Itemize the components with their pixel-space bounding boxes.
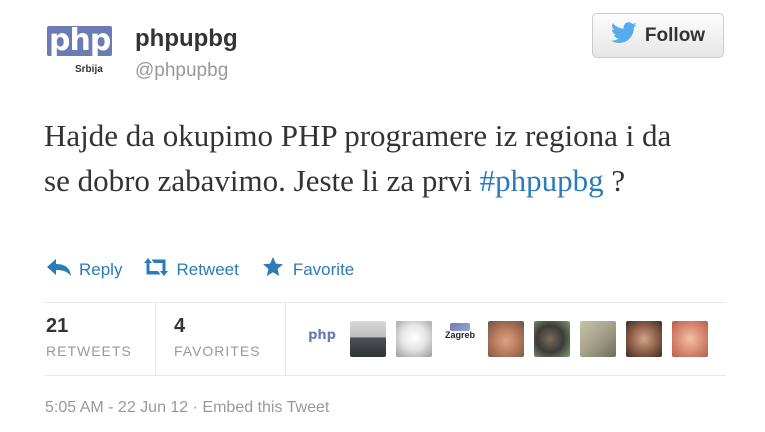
face-avatar-4[interactable] — [534, 321, 570, 357]
favorite-label: Favorite — [292, 259, 355, 279]
hashtag-link[interactable]: #phpupbg — [480, 163, 604, 198]
follow-button[interactable]: Follow — [592, 13, 724, 58]
display-name[interactable]: phpupbg — [135, 25, 238, 53]
face-avatar-zagreb[interactable]: Zagreb — [442, 321, 478, 357]
reply-label: Reply — [79, 259, 123, 279]
php-logo: php — [47, 23, 113, 58]
screen-name[interactable]: @phpupbg — [135, 60, 228, 82]
favorite-button[interactable]: Favorite — [259, 256, 354, 283]
tweet-footer: 5:05 AM - 22 Jun 12 · Embed this Tweet — [45, 399, 329, 417]
follow-label: Follow — [644, 24, 706, 46]
retweet-icon — [142, 256, 170, 283]
favorites-label: FAVORITES — [174, 343, 261, 359]
avatar[interactable]: php Srbija — [47, 26, 117, 76]
face-avatar-7[interactable] — [672, 321, 708, 357]
retweets-label: RETWEETS — [46, 343, 132, 359]
face-avatar-1[interactable] — [350, 321, 386, 357]
divider — [285, 303, 286, 375]
face-avatar-3[interactable] — [488, 321, 524, 357]
face-avatar-5[interactable] — [580, 321, 616, 357]
retweets-stat[interactable]: 21 RETWEETS — [46, 315, 132, 359]
reply-button[interactable]: Reply — [45, 256, 122, 283]
faces-list: php Zagreb — [304, 321, 708, 357]
face-avatar-6[interactable] — [626, 321, 662, 357]
favorites-stat[interactable]: 4 FAVORITES — [174, 315, 261, 359]
retweet-button[interactable]: Retweet — [142, 256, 239, 283]
reply-icon — [45, 256, 73, 283]
twitter-bird-icon — [610, 21, 637, 50]
timestamp-link[interactable]: 5:05 AM - 22 Jun 12 — [45, 399, 188, 416]
embed-tweet-link[interactable]: Embed this Tweet — [202, 399, 329, 416]
face-avatar-php[interactable]: php — [304, 321, 340, 357]
divider — [155, 303, 156, 375]
divider — [44, 302, 726, 303]
divider — [44, 375, 726, 376]
retweet-label: Retweet — [176, 259, 239, 279]
retweets-count: 21 — [46, 315, 69, 337]
face-avatar-2[interactable] — [396, 321, 432, 357]
favorites-count: 4 — [174, 315, 186, 337]
tweet-suffix: ? — [603, 163, 626, 198]
tweet-actions: Reply Retweet Favorite — [45, 256, 354, 283]
tweet-text: Hajde da okupimo PHP programere iz regio… — [44, 113, 704, 203]
star-icon — [259, 256, 287, 283]
footer-separator: · — [188, 399, 203, 416]
logo-subtext: Srbija — [75, 64, 103, 75]
